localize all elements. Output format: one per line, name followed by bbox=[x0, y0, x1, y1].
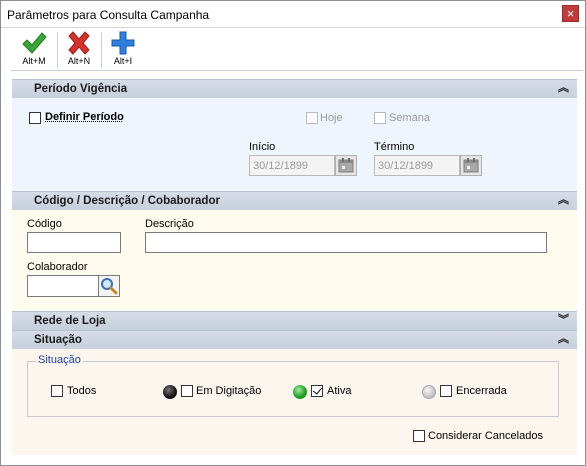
toolbar: Alt+M Alt+N Alt+I bbox=[11, 29, 583, 71]
semana-checkbox[interactable] bbox=[374, 112, 386, 124]
hoje-label: Hoje bbox=[320, 112, 343, 124]
situacao-group-title: Situação bbox=[36, 354, 83, 366]
inicio-label: Início bbox=[249, 141, 276, 153]
codigo-label: Código bbox=[27, 218, 62, 230]
periodo-section-header[interactable]: Período Vigência ︽ bbox=[12, 79, 577, 98]
rede-section-header[interactable]: Rede de Loja ︾ bbox=[12, 311, 577, 330]
confirm-shortcut-label: Alt+M bbox=[22, 56, 46, 66]
definir-periodo-label: Definir Período bbox=[45, 111, 124, 123]
x-icon bbox=[68, 31, 90, 55]
codigo-section-title: Código / Descrição / Cobaborador bbox=[34, 195, 220, 207]
left-strip bbox=[2, 29, 11, 465]
ativa-checkbox[interactable] bbox=[311, 385, 323, 397]
codigo-section-header[interactable]: Código / Descrição / Cobaborador ︽ bbox=[12, 191, 577, 210]
dialog-window: Parâmetros para Consulta Campanha × Alt+… bbox=[0, 0, 586, 466]
periodo-panel: Definir Período Hoje Semana Início 30/12… bbox=[12, 98, 577, 191]
cancel-shortcut-label: Alt+N bbox=[67, 56, 91, 66]
em-digitacao-label: Em Digitação bbox=[196, 385, 262, 397]
hoje-checkbox[interactable] bbox=[306, 112, 318, 124]
inicio-date-field[interactable]: 30/12/1899 bbox=[249, 155, 335, 176]
codigo-input[interactable] bbox=[27, 232, 121, 253]
confirm-button[interactable]: Alt+M bbox=[13, 31, 55, 69]
situacao-section-title: Situação bbox=[34, 334, 82, 346]
window-title: Parâmetros para Consulta Campanha bbox=[7, 8, 210, 22]
chevron-up-icon[interactable]: ︽ bbox=[558, 82, 569, 94]
considerar-cancelados-label: Considerar Cancelados bbox=[428, 430, 543, 442]
close-button[interactable]: × bbox=[562, 5, 579, 22]
magnifier-icon bbox=[101, 278, 118, 295]
descricao-label: Descrição bbox=[145, 218, 194, 230]
em-digitacao-checkbox[interactable] bbox=[181, 385, 193, 397]
colaborador-input[interactable] bbox=[27, 275, 99, 297]
cancel-button[interactable]: Alt+N bbox=[58, 31, 100, 69]
colaborador-label: Colaborador bbox=[27, 261, 88, 273]
calendar-icon bbox=[463, 158, 479, 173]
termino-calendar-button[interactable] bbox=[460, 155, 482, 176]
chevron-up-icon[interactable]: ︽ bbox=[558, 333, 569, 345]
ativa-label: Ativa bbox=[327, 385, 352, 397]
encerrada-label: Encerrada bbox=[456, 385, 507, 397]
termino-label: Término bbox=[374, 141, 415, 153]
plus-icon bbox=[111, 31, 135, 55]
termino-date-field[interactable]: 30/12/1899 bbox=[374, 155, 460, 176]
definir-periodo-checkbox[interactable] bbox=[29, 112, 41, 124]
status-black-dot-icon bbox=[163, 385, 177, 399]
status-green-dot-icon bbox=[293, 385, 307, 399]
semana-label: Semana bbox=[389, 112, 430, 124]
descricao-input[interactable] bbox=[145, 232, 547, 253]
title-bar: Parâmetros para Consulta Campanha × bbox=[1, 1, 585, 28]
rede-section-title: Rede de Loja bbox=[34, 315, 106, 327]
chevron-down-icon[interactable]: ︾ bbox=[558, 314, 569, 326]
todos-checkbox[interactable] bbox=[51, 385, 63, 397]
new-shortcut-label: Alt+I bbox=[113, 56, 133, 66]
calendar-icon bbox=[338, 158, 354, 173]
periodo-section-title: Período Vigência bbox=[34, 83, 128, 95]
check-icon bbox=[22, 32, 47, 54]
encerrada-checkbox[interactable] bbox=[440, 385, 452, 397]
situacao-section-header[interactable]: Situação ︽ bbox=[12, 330, 577, 349]
inicio-calendar-button[interactable] bbox=[335, 155, 357, 176]
chevron-up-icon[interactable]: ︽ bbox=[558, 194, 569, 206]
codigo-panel: Código Descrição Colaborador bbox=[12, 210, 577, 311]
situacao-panel: Situação Todos Em Digitação Ativa Encerr… bbox=[12, 349, 577, 455]
new-button[interactable]: Alt+I bbox=[102, 31, 144, 69]
todos-label: Todos bbox=[67, 385, 97, 397]
status-gray-dot-icon bbox=[422, 385, 436, 399]
colaborador-search-button[interactable] bbox=[98, 275, 120, 297]
considerar-cancelados-checkbox[interactable] bbox=[413, 430, 425, 442]
situacao-groupbox: Situação Todos Em Digitação Ativa Encerr… bbox=[27, 354, 559, 417]
